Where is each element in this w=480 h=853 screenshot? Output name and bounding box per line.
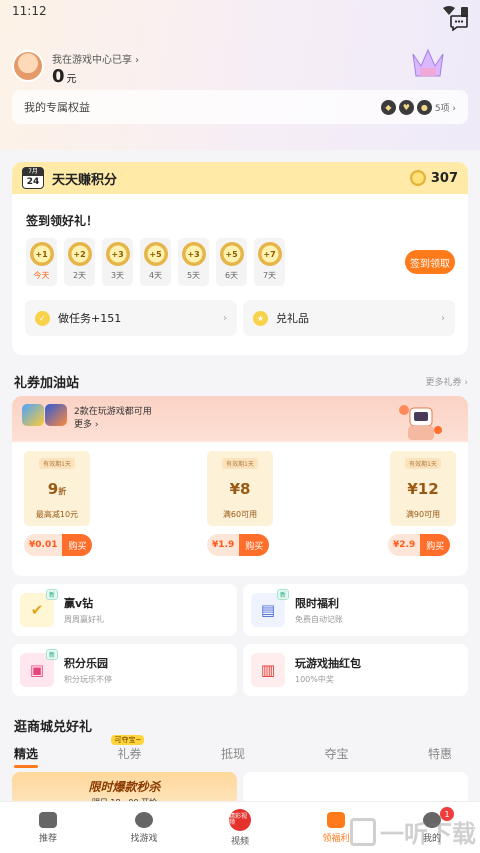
buy-coupon-button[interactable]: ¥2.9 购买 bbox=[388, 534, 451, 556]
more-coupons-link[interactable]: 更多礼券 › bbox=[426, 375, 468, 388]
coin-icon: +3 bbox=[105, 242, 130, 266]
coin-icon: +1 bbox=[29, 242, 54, 266]
mall-tabs: 精选 可夺宝~ 礼券 抵现 夺宝 特惠 bbox=[14, 735, 466, 768]
coin-icon: +3 bbox=[181, 242, 206, 266]
gift-icon: ★ bbox=[253, 310, 268, 326]
gamepad-icon bbox=[39, 811, 57, 828]
benefit-heart-icon: ♥ bbox=[398, 99, 414, 115]
sign-day: +3 3天 bbox=[102, 238, 133, 286]
tab-cash-offset[interactable]: 抵现 bbox=[221, 745, 245, 762]
tab-featured[interactable]: 精选 bbox=[14, 745, 39, 768]
redeem-gifts-button[interactable]: ★ 兑礼品 › bbox=[243, 300, 455, 336]
buy-coupon-button[interactable]: ¥0.01 购买 bbox=[24, 534, 93, 556]
do-tasks-button[interactable]: ✓ 做任务+151 › bbox=[25, 300, 237, 336]
feature-vdiamond[interactable]: ✔ 新 赢v钻 周周赢好礼 bbox=[12, 584, 237, 636]
benefit-lock-icon: ● bbox=[416, 99, 432, 115]
sign-day: +7 7天 bbox=[254, 238, 285, 286]
sign-in-title: 天天赚积分 bbox=[52, 172, 118, 188]
arcade-icon: ▣ 新 bbox=[20, 649, 58, 687]
game-icons bbox=[22, 404, 67, 426]
message-icon[interactable] bbox=[450, 15, 468, 31]
benefits-right: ◆ ♥ ● 5项 › bbox=[380, 99, 456, 115]
robot-mascot-icon bbox=[399, 405, 442, 440]
crown-icon bbox=[412, 48, 444, 77]
red-packet-icon: ▥ bbox=[251, 653, 285, 687]
benefits-count: 5项 › bbox=[434, 103, 456, 114]
tab-coupons[interactable]: 可夺宝~ 礼券 bbox=[111, 735, 145, 762]
task-label: 做任务+151 bbox=[58, 312, 122, 325]
coupon-banner-text[interactable]: 2款在玩游戏都可用 更多 › bbox=[74, 406, 152, 432]
status-bar: 11:12 bbox=[0, 0, 480, 22]
points-value: 0元 bbox=[52, 66, 77, 87]
mall-section-title: 逛商城兑好礼 bbox=[14, 720, 93, 735]
coupon-section-title: 礼券加油站 bbox=[14, 376, 80, 391]
sign-in-days: +1 今天 +2 2天 +3 3天 +5 4天 +3 5天 +5 6天 +7 7天 bbox=[26, 238, 285, 286]
coin-icon: +5 bbox=[143, 242, 168, 266]
watermark: 一听下载 bbox=[350, 814, 476, 849]
sign-day: +5 4天 bbox=[140, 238, 171, 286]
nav-recommend[interactable]: 推荐 bbox=[0, 802, 96, 853]
sign-day: +1 今天 bbox=[26, 238, 57, 286]
member-link[interactable]: 我在游戏中心已享 › bbox=[52, 51, 139, 66]
watermark-logo-icon bbox=[350, 817, 376, 846]
benefit-gift-icon: ◆ bbox=[380, 99, 396, 115]
coin-icon: +5 bbox=[219, 242, 244, 266]
v-diamond-icon: ✔ 新 bbox=[20, 589, 58, 627]
sign-day: +3 5天 bbox=[178, 238, 209, 286]
nav-video[interactable]: 精彩视频 视频 bbox=[192, 802, 288, 853]
avatar[interactable] bbox=[12, 50, 44, 82]
gift-box-icon bbox=[327, 811, 345, 828]
status-time: 11:12 bbox=[12, 4, 47, 18]
game-icon bbox=[45, 404, 67, 426]
benefits-label: 我的专属权益 bbox=[24, 101, 90, 114]
coin-icon: +2 bbox=[67, 242, 92, 266]
sign-day: +5 6天 bbox=[216, 238, 247, 286]
task-icon: ✓ bbox=[35, 310, 50, 326]
sign-day: +2 2天 bbox=[64, 238, 95, 286]
sign-in-subtitle: 签到领好礼！ bbox=[26, 214, 99, 228]
chevron-right-icon: › bbox=[223, 312, 227, 324]
hexagon-icon bbox=[135, 811, 153, 828]
coupon-item[interactable]: 有效期1天 ¥8 满60可用 bbox=[207, 451, 273, 526]
gift-label: 兑礼品 bbox=[276, 312, 309, 325]
coin-icon bbox=[409, 170, 426, 186]
feature-red-packet[interactable]: ▥ 玩游戏抽红包 100%中奖 bbox=[243, 644, 468, 696]
nav-find-games[interactable]: 找游戏 bbox=[96, 802, 192, 853]
feature-points-park[interactable]: ▣ 新 积分乐园 积分玩乐不停 bbox=[12, 644, 237, 696]
sign-in-button[interactable]: 签到领取 bbox=[405, 250, 455, 274]
coin-balance[interactable]: 307 bbox=[409, 170, 458, 186]
game-icon bbox=[22, 404, 44, 426]
buy-coupon-button[interactable]: ¥1.9 购买 bbox=[207, 534, 270, 556]
tab-treasure[interactable]: 夺宝 bbox=[324, 745, 348, 762]
coupon-item[interactable]: 有效期1天 ¥12 满90可用 bbox=[390, 451, 456, 526]
coupon-card: 2款在玩游戏都可用 更多 › 有效期1天 9折 最高减10元 ¥0.01 购买 有… bbox=[12, 396, 468, 576]
video-icon: 精彩视频 bbox=[229, 808, 251, 831]
coupon-item[interactable]: 有效期1天 9折 最高减10元 bbox=[24, 451, 90, 526]
exclusive-benefits-bar[interactable]: 我的专属权益 ◆ ♥ ● 5项 › bbox=[12, 90, 468, 124]
tab-badge: 可夺宝~ bbox=[111, 735, 145, 745]
notebook-icon: ▤ 新 bbox=[251, 589, 289, 627]
chevron-right-icon: › bbox=[441, 312, 445, 324]
tab-special-offer[interactable]: 特惠 bbox=[428, 745, 452, 762]
calendar-icon: 7月 24 bbox=[22, 167, 44, 189]
sign-in-header: 7月 24 天天赚积分 307 bbox=[12, 162, 468, 194]
feature-limited-welfare[interactable]: ▤ 新 限时福利 免费自动记账 bbox=[243, 584, 468, 636]
sign-in-card: 7月 24 天天赚积分 307 签到领好礼！ +1 今天 +2 2天 +3 3天 +5… bbox=[12, 162, 468, 355]
coin-icon: +7 bbox=[257, 242, 282, 266]
